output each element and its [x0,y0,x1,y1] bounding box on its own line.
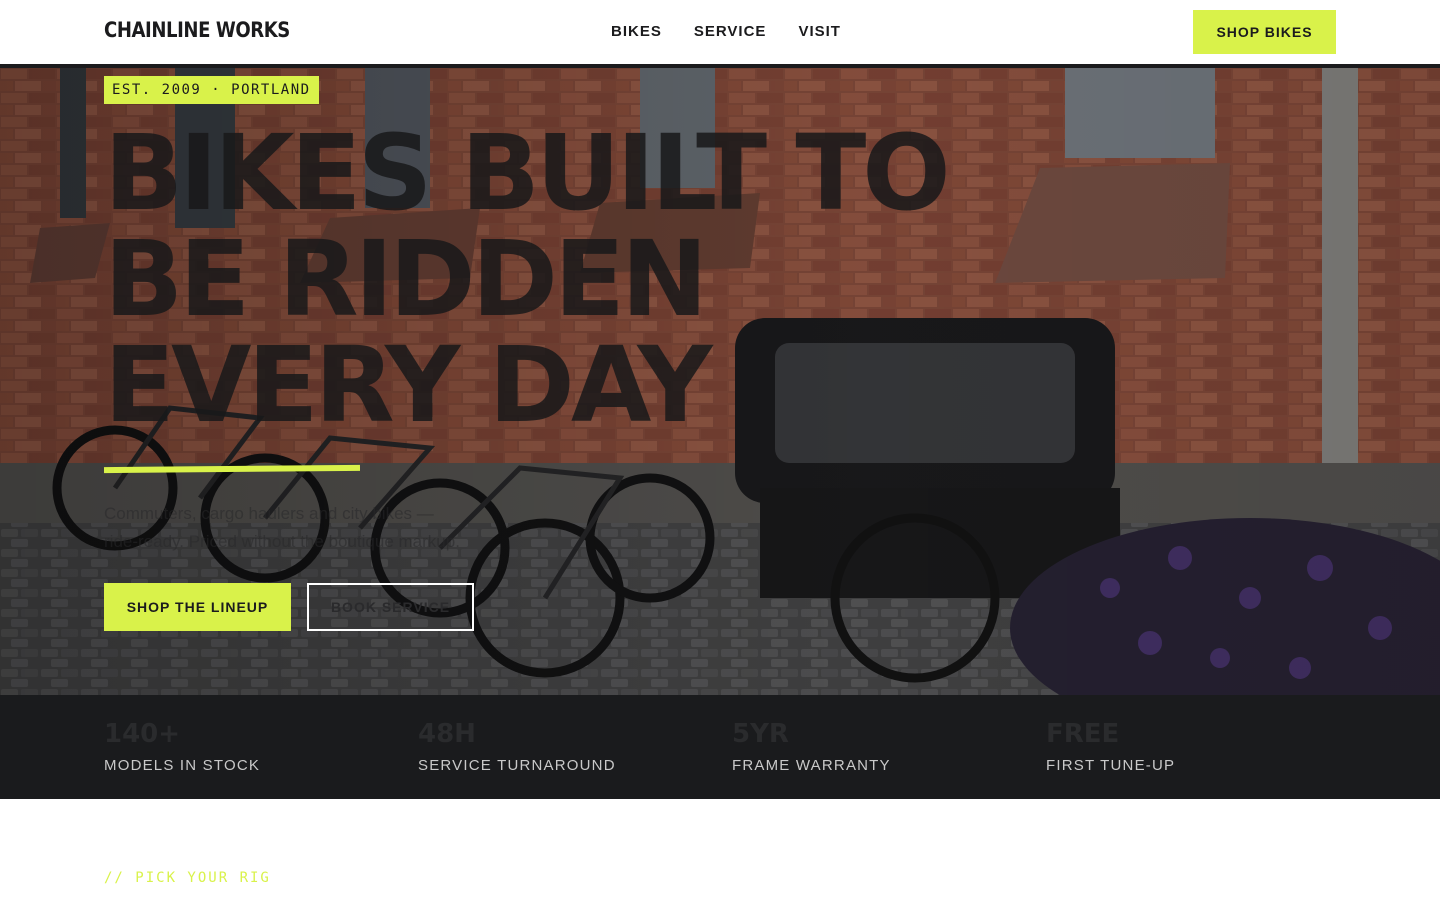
stat-warranty: 5YR FRAME WARRANTY [732,719,891,774]
headline-line-1: BIKES BUILT TO [104,112,951,234]
shop-lineup-button[interactable]: SHOP THE LINEUP [104,583,291,631]
stat-value: FREE [1046,719,1120,749]
nav-link-service[interactable]: SERVICE [694,23,767,40]
headline-line-2: BE RIDDEN [104,218,708,340]
main-menu: BIKES SERVICE VISIT [611,23,841,40]
nav-link-visit[interactable]: VISIT [798,23,841,40]
brand-logo[interactable]: CHAINLINE WORKS [104,18,290,42]
stat-models: 140+ MODELS IN STOCK [104,719,260,774]
top-navigation: CHAINLINE WORKS BIKES SERVICE VISIT SHOP… [0,0,1440,64]
shop-bikes-button[interactable]: SHOP BIKES [1193,10,1336,54]
nav-link-bikes[interactable]: BIKES [611,23,662,40]
stat-value: 140+ [104,719,181,749]
hero-subtext: Commuters, cargo haulers and city bikes … [104,504,460,551]
stat-label: MODELS IN STOCK [104,757,261,774]
section-eyebrow: // PICK YOUR RIG [104,870,271,886]
stat-label: FRAME WARRANTY [732,757,891,774]
stat-turnaround: 48H SERVICE TURNAROUND [418,719,616,774]
stat-value: 48H [418,719,476,749]
stat-tune-up: FREE FIRST TUNE-UP [1046,719,1175,774]
hero-actions: SHOP THE LINEUP BOOK SERVICE [104,583,474,631]
stat-value: 5YR [732,719,789,749]
stats-band: 140+ MODELS IN STOCK 48H SERVICE TURNARO… [0,695,1440,799]
hero-headline: BIKES BUILT TO BE RIDDEN EVERY DAY [104,120,1064,438]
hero-section: EST. 2009 · PORTLAND BIKES BUILT TO BE R… [0,64,1440,695]
stat-label: FIRST TUNE-UP [1046,757,1176,774]
established-badge: EST. 2009 · PORTLAND [104,76,319,104]
headline-line-3: EVERY DAY [104,324,713,446]
book-service-button[interactable]: BOOK SERVICE [307,583,474,631]
stat-label: SERVICE TURNAROUND [418,757,616,774]
